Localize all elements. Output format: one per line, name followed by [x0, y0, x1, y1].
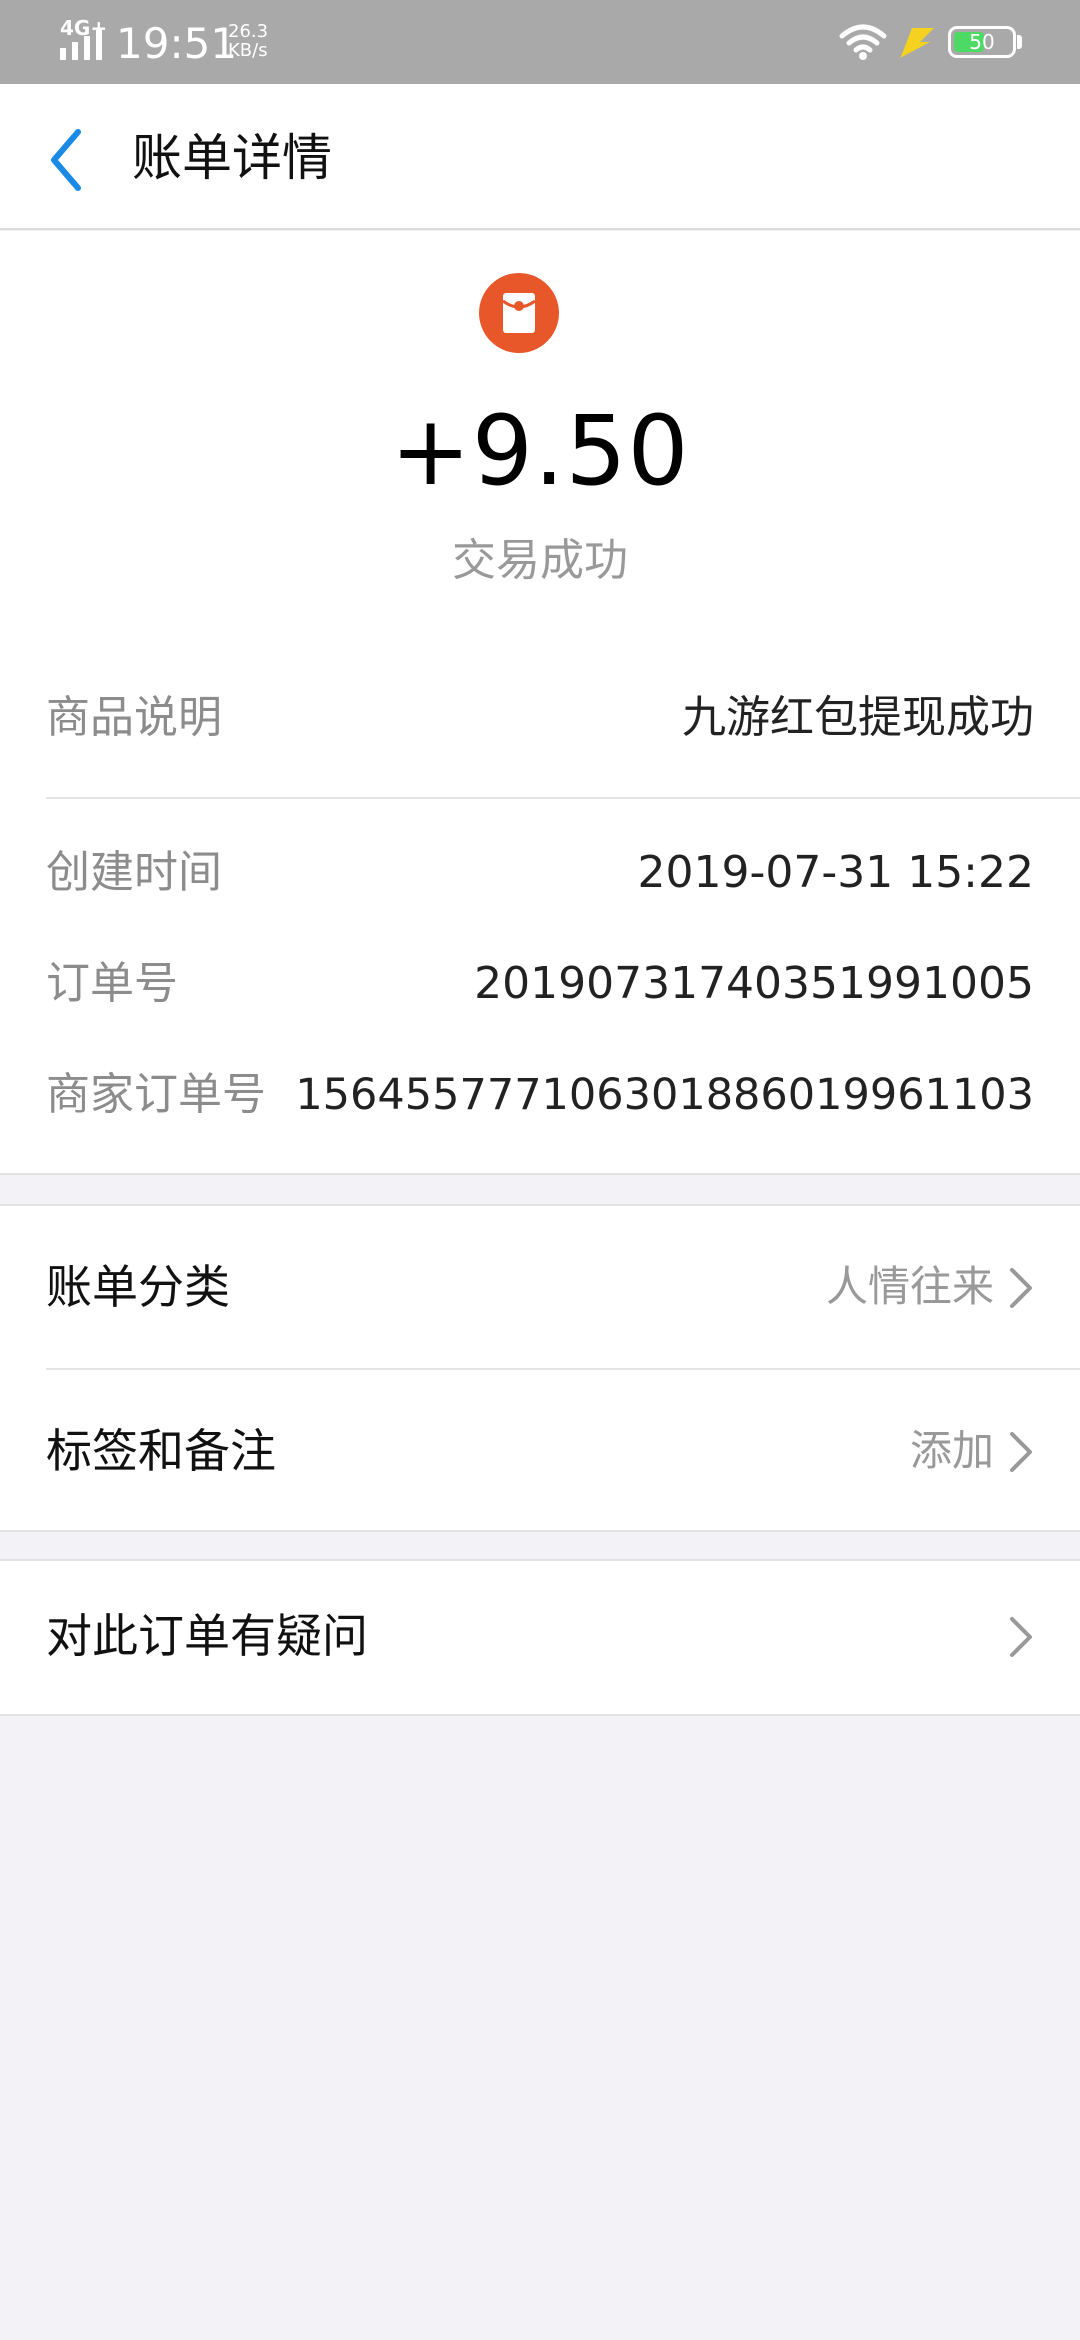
- order-number-label: 订单号: [46, 958, 178, 1009]
- tags-notes-value: 添加: [909, 1426, 994, 1475]
- transaction-status: 交易成功: [452, 535, 628, 586]
- created-time-value: 2019-07-31 15:22: [637, 847, 1035, 898]
- bill-category-row[interactable]: 账单分类 人情往来: [0, 1206, 1080, 1368]
- battery-icon: 50: [948, 26, 1016, 58]
- status-bar: 4G+ 19:51 26.3 KB/s 50: [0, 0, 1080, 84]
- help-group: 对此订单有疑问: [0, 1559, 1080, 1716]
- app-header: 账单详情: [0, 84, 1080, 230]
- product-desc-label: 商品说明: [46, 692, 222, 743]
- product-desc-value: 九游红包提现成功: [682, 692, 1034, 743]
- divider: [46, 797, 1080, 799]
- speed-value: 26.3: [228, 21, 269, 42]
- network-speed: 26.3 KB/s: [228, 22, 268, 60]
- order-number-value: 20190731740351991005: [474, 958, 1034, 1009]
- battery-percent: 50: [969, 30, 995, 54]
- page-title: 账单详情: [132, 129, 332, 187]
- red-packet-glyph: [502, 293, 536, 333]
- bill-options-group: 账单分类 人情往来 标签和备注 添加: [0, 1204, 1080, 1532]
- clock: 19:51: [116, 19, 238, 68]
- chevron-right-icon: [1010, 1432, 1032, 1472]
- bill-summary-card: +9.50 交易成功 商品说明 九游红包提现成功 创建时间 2019-07-31…: [0, 231, 1080, 1175]
- charging-icon: [900, 28, 934, 58]
- created-time-label: 创建时间: [46, 847, 222, 898]
- chevron-right-icon: [1010, 1268, 1032, 1308]
- red-packet-icon: [479, 273, 559, 353]
- signal-icon: [60, 30, 102, 60]
- speed-unit: KB/s: [228, 40, 268, 61]
- order-question-label: 对此订单有疑问: [46, 1609, 368, 1663]
- transaction-amount: +9.50: [390, 395, 690, 507]
- wifi-icon: [839, 24, 887, 60]
- bill-category-label: 账单分类: [46, 1260, 230, 1314]
- order-question-row[interactable]: 对此订单有疑问: [0, 1561, 1080, 1714]
- tags-notes-label: 标签和备注: [46, 1424, 276, 1478]
- merchant-order-number-value: 1564557771063018860199611​03: [295, 1070, 1034, 1120]
- battery-tip: [1017, 35, 1022, 49]
- bill-category-value: 人情往来: [825, 1262, 994, 1311]
- tags-notes-row[interactable]: 标签和备注 添加: [0, 1370, 1080, 1532]
- merchant-order-number-label: 商家订单号: [46, 1069, 266, 1120]
- back-button[interactable]: [38, 122, 98, 198]
- chevron-right-icon: [1010, 1617, 1032, 1657]
